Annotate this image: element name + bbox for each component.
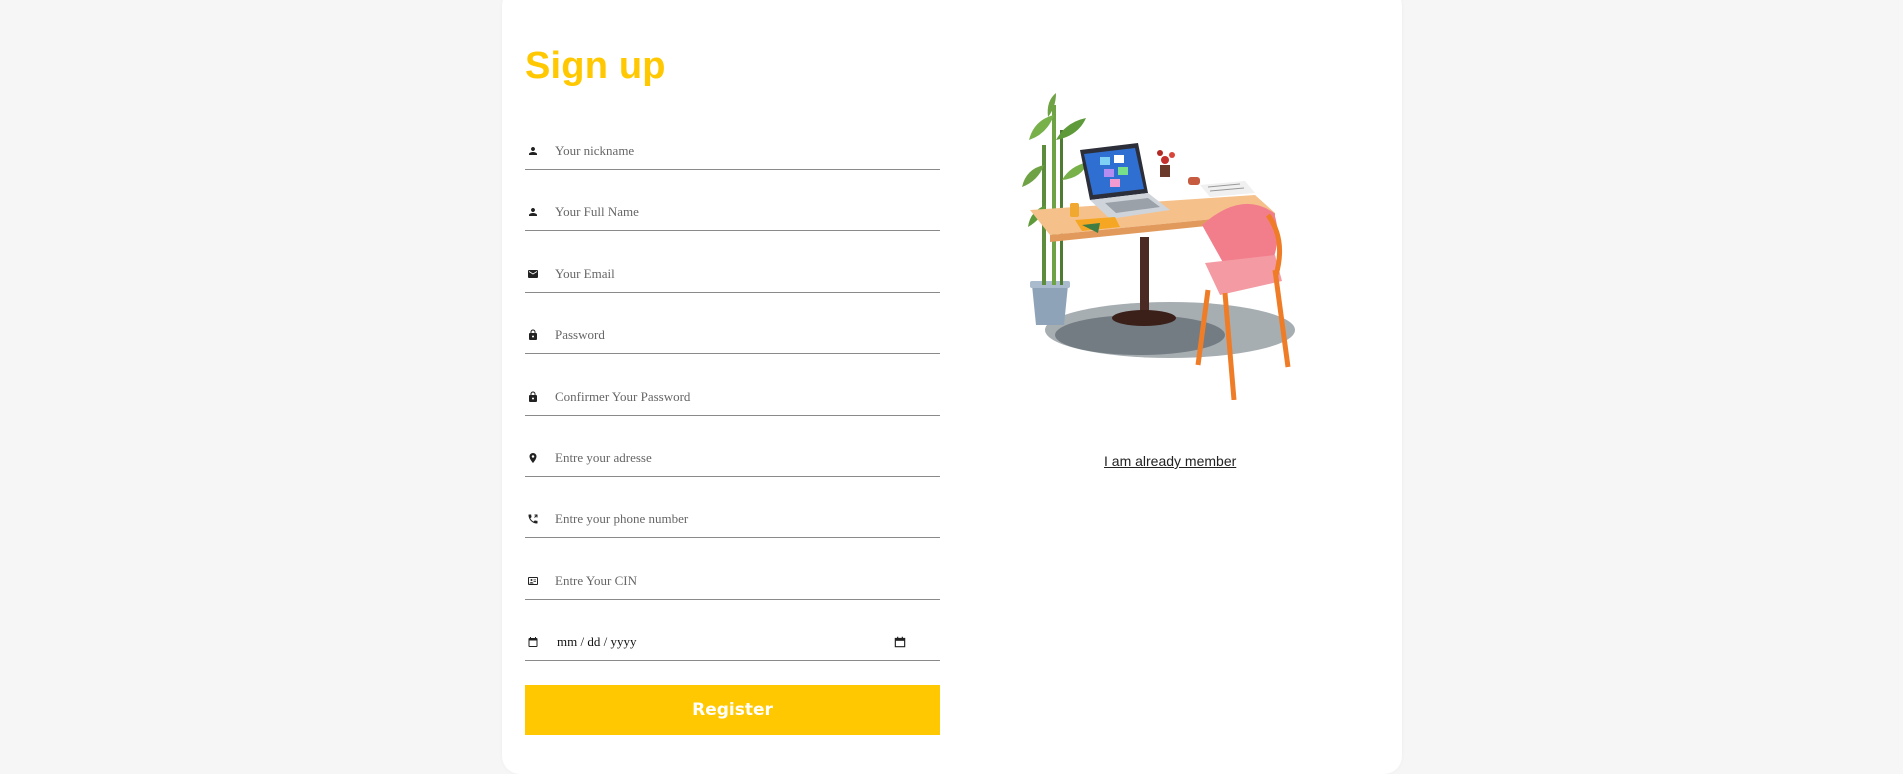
id-card-icon <box>526 574 540 588</box>
fullname-field-row <box>525 194 940 231</box>
email-icon <box>526 267 540 281</box>
desk-illustration <box>1020 85 1320 401</box>
password-field-row <box>525 317 940 354</box>
location-pin-icon <box>526 451 540 465</box>
email-field-row <box>525 256 940 293</box>
address-field-row <box>525 440 940 477</box>
person-icon <box>526 144 540 158</box>
nickname-field-row <box>525 133 940 170</box>
lock-icon <box>526 390 540 404</box>
confirm-password-input[interactable] <box>555 382 940 412</box>
person-icon <box>526 205 540 219</box>
phone-input[interactable] <box>555 504 940 534</box>
email-input[interactable] <box>555 259 940 289</box>
already-member-link[interactable]: I am already member <box>1104 453 1236 469</box>
fullname-input[interactable] <box>555 197 940 227</box>
calendar-picker-icon[interactable] <box>892 634 908 650</box>
cin-input[interactable] <box>555 566 940 596</box>
register-button[interactable]: Register <box>525 685 940 735</box>
birthdate-field-row[interactable]: mm / dd / yyyy <box>525 624 940 661</box>
phone-icon <box>526 512 540 526</box>
lock-icon <box>526 328 540 342</box>
confirm-password-field-row <box>525 379 940 416</box>
calendar-icon <box>526 635 540 649</box>
cin-field-row <box>525 563 940 600</box>
birthdate-input[interactable]: mm / dd / yyyy <box>555 634 892 650</box>
phone-field-row <box>525 501 940 538</box>
password-input[interactable] <box>555 320 940 350</box>
page-title: Sign up <box>525 45 666 87</box>
nickname-input[interactable] <box>555 136 940 166</box>
address-input[interactable] <box>555 443 940 473</box>
